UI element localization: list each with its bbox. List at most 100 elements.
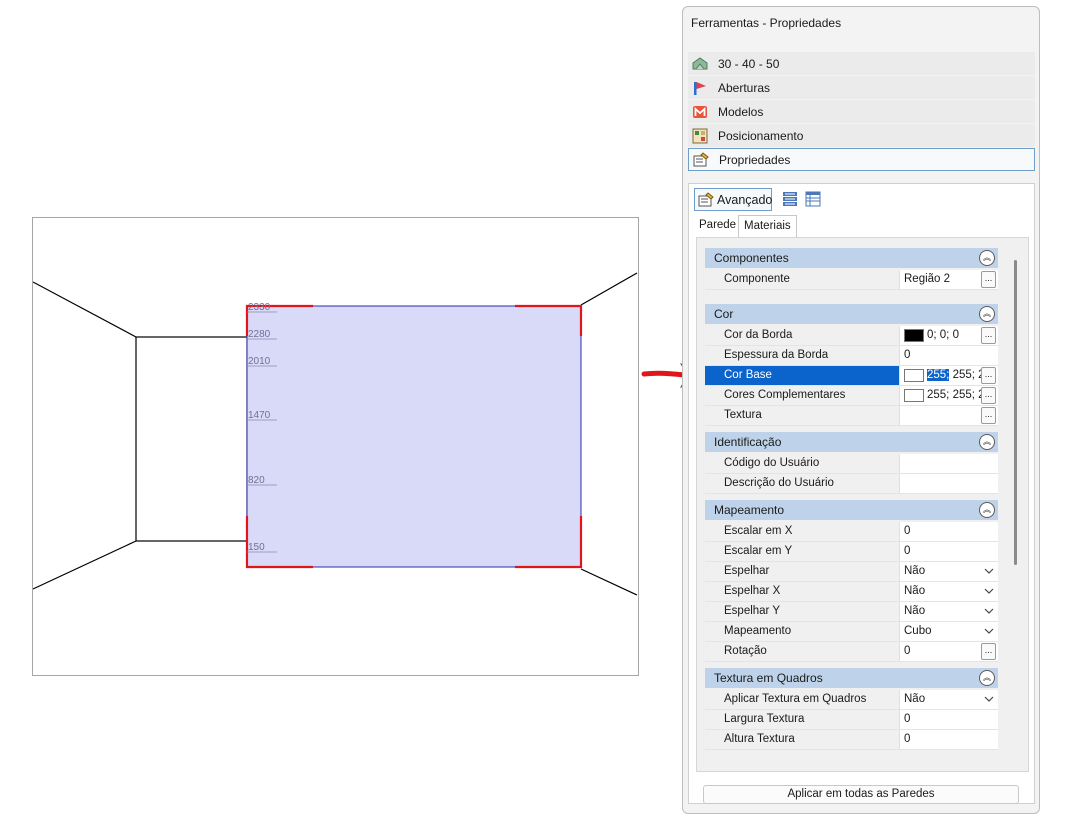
- prop-row-componente[interactable]: Componente Região 2 ...: [705, 270, 998, 290]
- tool-item-30-40-50[interactable]: 30 - 40 - 50: [688, 52, 1035, 75]
- prop-dropdown-value[interactable]: Não: [904, 565, 925, 577]
- selected-text: 255;: [927, 369, 950, 381]
- prop-name: Cores Complementares: [705, 386, 900, 405]
- collapse-icon[interactable]: ︽: [979, 306, 995, 322]
- prop-value[interactable]: Região 2: [904, 273, 950, 285]
- color-value: 255; 255; 2: [927, 369, 985, 381]
- prop-dropdown-value[interactable]: Não: [904, 693, 925, 705]
- tick-label: 2330: [248, 302, 271, 313]
- property-inspector: Avançado Parede Materiais Componentes ︽ …: [688, 183, 1035, 804]
- prop-row-descricao-do-usuario[interactable]: Descrição do Usuário: [705, 474, 998, 494]
- tool-label: 30 - 40 - 50: [718, 56, 780, 71]
- ellipsis-button[interactable]: ...: [981, 367, 996, 384]
- prop-name: Código do Usuário: [705, 454, 900, 473]
- category-cor[interactable]: Cor ︽: [705, 304, 998, 324]
- color-value: 0; 0; 0: [927, 329, 959, 341]
- collapse-icon[interactable]: ︽: [979, 502, 995, 518]
- prop-row-escalar-em-y[interactable]: Escalar em Y 0: [705, 542, 998, 562]
- prop-dropdown-value[interactable]: Não: [904, 585, 925, 597]
- categorized-view-icon[interactable]: [782, 191, 798, 207]
- prop-row-espelhar-x[interactable]: Espelhar X Não: [705, 582, 998, 602]
- advanced-button[interactable]: Avançado: [694, 188, 772, 211]
- ellipsis-button[interactable]: ...: [981, 407, 996, 424]
- vertical-scrollbar[interactable]: [1014, 260, 1017, 565]
- prop-value[interactable]: 0: [904, 733, 910, 745]
- chevron-down-icon[interactable]: [984, 695, 994, 703]
- prop-value[interactable]: 0: [904, 349, 910, 361]
- remaining-text: 255; 2: [949, 369, 985, 381]
- prop-row-cor-base[interactable]: Cor Base 255; 255; 2 ...: [705, 366, 998, 386]
- apply-all-walls-button[interactable]: Aplicar em todas as Paredes: [703, 785, 1019, 804]
- prop-value[interactable]: 0: [904, 713, 910, 725]
- prop-row-aplicar-textura-em-quadros[interactable]: Aplicar Textura em Quadros Não: [705, 690, 998, 710]
- tool-item-posicionamento[interactable]: Posicionamento: [688, 124, 1035, 147]
- tab-materiais[interactable]: Materiais: [738, 215, 797, 237]
- m-logo-icon: [692, 104, 710, 120]
- selected-wall-region: [246, 305, 582, 568]
- category-textura-em-quadros[interactable]: Textura em Quadros ︽: [705, 668, 998, 688]
- ellipsis-button[interactable]: ...: [981, 643, 996, 660]
- chevron-down-icon[interactable]: [984, 587, 994, 595]
- chevron-down-icon[interactable]: [984, 567, 994, 575]
- color-swatch: [904, 389, 924, 402]
- prop-row-escalar-em-x[interactable]: Escalar em X 0: [705, 522, 998, 542]
- prop-name: Altura Textura: [705, 730, 900, 749]
- category-componentes[interactable]: Componentes ︽: [705, 248, 998, 268]
- prop-row-cores-complementares[interactable]: Cores Complementares 255; 255; 2 ...: [705, 386, 998, 406]
- tool-item-propriedades[interactable]: Propriedades: [688, 148, 1035, 171]
- prop-name: Aplicar Textura em Quadros: [705, 690, 900, 709]
- prop-row-espessura-da-borda[interactable]: Espessura da Borda 0: [705, 346, 998, 366]
- prop-name: Espelhar: [705, 562, 900, 581]
- prop-row-cor-da-borda[interactable]: Cor da Borda 0; 0; 0 ...: [705, 326, 998, 346]
- prop-row-textura[interactable]: Textura ...: [705, 406, 998, 426]
- properties-icon: [698, 191, 714, 208]
- tick-label: 820: [248, 475, 265, 486]
- ellipsis-button[interactable]: ...: [981, 327, 996, 344]
- prop-row-espelhar[interactable]: Espelhar Não: [705, 562, 998, 582]
- category-identificacao[interactable]: Identificação ︽: [705, 432, 998, 452]
- prop-row-rotacao[interactable]: Rotação 0 ...: [705, 642, 998, 662]
- tab-parede[interactable]: Parede: [694, 215, 741, 237]
- panel-title: Ferramentas - Propriedades: [691, 16, 842, 30]
- house-icon: [692, 56, 710, 72]
- table-view-icon[interactable]: [805, 191, 821, 207]
- prop-value[interactable]: 0: [904, 545, 910, 557]
- category-label: Textura em Quadros: [714, 671, 823, 685]
- prop-name: Espelhar X: [705, 582, 900, 601]
- prop-value[interactable]: 255; 255; 2: [900, 366, 985, 385]
- prop-dropdown-value[interactable]: Não: [904, 605, 925, 617]
- ellipsis-button[interactable]: ...: [981, 387, 996, 404]
- prop-dropdown-value[interactable]: Cubo: [904, 625, 932, 637]
- tool-item-aberturas[interactable]: Aberturas: [688, 76, 1035, 99]
- collapse-icon[interactable]: ︽: [979, 434, 995, 450]
- ellipsis-button[interactable]: ...: [981, 271, 996, 288]
- color-swatch: [904, 369, 924, 382]
- properties-icon: [693, 151, 711, 168]
- prop-row-espelhar-y[interactable]: Espelhar Y Não: [705, 602, 998, 622]
- wall-viewport[interactable]: 2330 2280 2010 1470 820 150: [32, 217, 639, 676]
- chevron-down-icon[interactable]: [984, 607, 994, 615]
- prop-name: Espessura da Borda: [705, 346, 900, 365]
- prop-value[interactable]: 0; 0; 0: [900, 326, 980, 345]
- prop-row-altura-textura[interactable]: Altura Textura 0: [705, 730, 998, 750]
- chevron-down-icon[interactable]: [984, 627, 994, 635]
- category-label: Cor: [714, 307, 734, 321]
- tick-label: 2280: [248, 329, 271, 340]
- ceiling-right-edge: [580, 272, 638, 306]
- prop-value[interactable]: 0: [904, 525, 910, 537]
- category-mapeamento[interactable]: Mapeamento ︽: [705, 500, 998, 520]
- prop-value[interactable]: 255; 255; 2: [900, 386, 985, 405]
- tool-item-modelos[interactable]: Modelos: [688, 100, 1035, 123]
- floor-right-edge: [580, 568, 638, 596]
- tool-label: Modelos: [718, 104, 764, 119]
- collapse-icon[interactable]: ︽: [979, 670, 995, 686]
- floor-left-edge: [33, 540, 137, 590]
- prop-row-codigo-do-usuario[interactable]: Código do Usuário: [705, 454, 998, 474]
- collapse-icon[interactable]: ︽: [979, 250, 995, 266]
- prop-row-largura-textura[interactable]: Largura Textura 0: [705, 710, 998, 730]
- tick-label: 150: [248, 542, 265, 553]
- prop-name: Componente: [705, 270, 900, 289]
- prop-row-mapeamento[interactable]: Mapeamento Cubo: [705, 622, 998, 642]
- prop-value[interactable]: 0: [904, 645, 910, 657]
- prop-name: Mapeamento: [705, 622, 900, 641]
